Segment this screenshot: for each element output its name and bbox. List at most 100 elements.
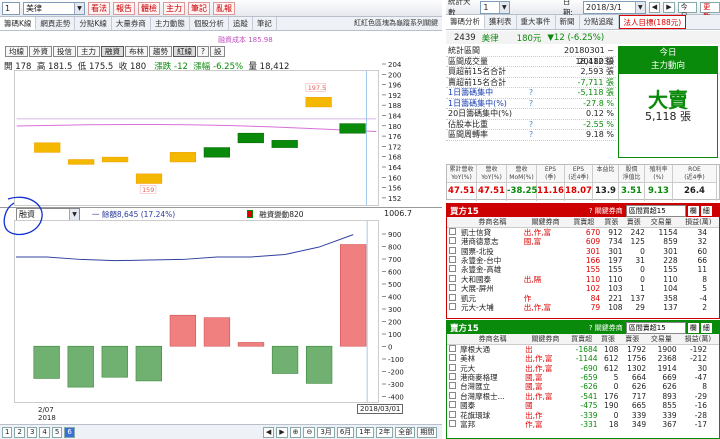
row-checkbox[interactable] [449, 363, 456, 371]
table-row[interactable]: 永豐金-高雄 155 155 0 155 11 [447, 265, 719, 274]
sell-col-button[interactable]: 欄 [687, 322, 699, 333]
func-button-misc[interactable]: 亂報 [213, 1, 235, 15]
scroll-right-icon[interactable]: ▶ [276, 426, 288, 438]
table-row[interactable]: 大和國泰 出,隔 110 110 0 110 8 [447, 274, 719, 284]
row-checkbox[interactable] [449, 246, 456, 254]
page-4[interactable]: 4 [39, 426, 50, 438]
btn-help[interactable]: ? [197, 46, 209, 57]
row-checkbox[interactable] [449, 274, 456, 282]
help-icon[interactable] [522, 78, 540, 88]
col-header[interactable]: 賣張 [618, 334, 647, 345]
help-icon[interactable]: ? [522, 130, 540, 140]
tab-main-force[interactable]: 主力動態 [151, 17, 190, 30]
period-1y[interactable]: 1年 [356, 426, 374, 438]
col-header[interactable]: 買賣超 [565, 334, 598, 345]
table-row[interactable]: 國泰 國 -475 190 665 855 -16 [447, 401, 719, 410]
func-button-report[interactable]: 報告 [113, 1, 135, 15]
zoom-in-icon[interactable]: ⊕ [289, 426, 302, 438]
tab-notes[interactable]: 筆記 [253, 17, 277, 30]
row-checkbox[interactable] [449, 345, 456, 352]
page-6[interactable]: 6 [64, 426, 75, 438]
col-header[interactable]: 券商名稱 [460, 334, 526, 345]
btn-margin[interactable]: 融資 [101, 46, 124, 57]
row-checkbox[interactable] [449, 391, 456, 399]
stock-combo[interactable]: 美律 ▼ [23, 1, 85, 15]
table-row[interactable]: 花旗環球 出,作 -339 0 339 339 -28 [447, 410, 719, 420]
tab-events[interactable]: 重大事件 [517, 15, 556, 29]
prev-day-icon[interactable]: ◀ [648, 1, 661, 13]
sell-range-select[interactable]: 區間賣超15 [625, 321, 686, 334]
col-header[interactable]: 交易量 [646, 334, 677, 345]
tab-branch-kline[interactable]: 分點K線 [75, 17, 112, 30]
help-icon[interactable] [522, 67, 540, 77]
table-row[interactable]: 大展-屏州 102 103 1 104 5 [447, 284, 719, 293]
row-checkbox[interactable] [449, 372, 456, 380]
period-6m[interactable]: 6月 [336, 426, 355, 438]
func-button-view[interactable]: 看法 [88, 1, 110, 15]
btn-ma[interactable]: 均線 [5, 46, 28, 57]
func-button-check[interactable]: 體檢 [138, 1, 160, 15]
col-header[interactable]: 關鍵券商 [523, 217, 568, 228]
table-row[interactable]: 元大-大埔 出,作,富 79 108 29 137 2 [447, 302, 719, 312]
btn-settings[interactable]: 設 [209, 46, 226, 57]
help-icon[interactable]: ? [522, 88, 540, 98]
table-row[interactable]: 港商德意志 國,富 609 734 125 859 32 [447, 237, 719, 246]
table-row[interactable]: 摩根大通 出 -1684 108 1792 1900 -192 [447, 345, 719, 355]
row-checkbox[interactable] [449, 284, 456, 292]
page-2[interactable]: 2 [14, 426, 25, 438]
tab-web-trend[interactable]: 網頁走勢 [36, 17, 76, 30]
btn-foreign[interactable]: 外資 [29, 46, 52, 57]
btn-trend[interactable]: 趨勢 [149, 46, 172, 57]
today-button[interactable]: 今日 [677, 1, 698, 20]
row-checkbox[interactable] [449, 265, 456, 273]
col-header[interactable]: 損益(萬) [677, 217, 719, 228]
row-checkbox[interactable] [449, 410, 456, 418]
col-header[interactable]: 賣張 [622, 217, 645, 228]
help-icon[interactable]: ? [522, 120, 540, 130]
code-combo[interactable]: 1 [2, 1, 20, 15]
help-icon[interactable]: ? [522, 99, 540, 109]
table-row[interactable]: 凱士信貸 出,作,富 670 912 242 1154 34 [447, 228, 719, 238]
zoom-out-icon[interactable]: ⊖ [303, 426, 316, 438]
period-3m[interactable]: 3月 [317, 426, 335, 438]
row-checkbox[interactable] [449, 293, 456, 301]
help-icon[interactable] [522, 57, 540, 67]
tab-stock-analysis[interactable]: 個股分析 [190, 17, 229, 30]
help-icon[interactable] [522, 46, 540, 56]
row-checkbox[interactable] [449, 302, 456, 310]
tab-chip-kline[interactable]: 籌碼K線 [0, 17, 37, 30]
func-button-note[interactable]: 筆記 [188, 1, 210, 15]
col-header[interactable]: 買賣超 [567, 217, 601, 228]
period-range[interactable]: 期間 [417, 426, 438, 438]
table-row[interactable]: 港商麥格理 國,富 -659 5 664 669 -47 [447, 372, 719, 382]
date-field[interactable]: 2018/3/1 ▼ [583, 0, 646, 14]
table-row[interactable]: 凱元 作 84 221 137 358 -4 [447, 293, 719, 303]
col-header[interactable]: 買張 [597, 334, 619, 345]
page-5[interactable]: 5 [51, 426, 63, 438]
col-header[interactable]: 交易量 [644, 217, 678, 228]
buy-detail-button[interactable]: 細 [700, 205, 712, 216]
table-row[interactable]: 富邦 作,富 -331 18 349 367 -17 [447, 419, 719, 429]
col-header[interactable]: 券商名稱 [461, 217, 524, 228]
row-checkbox[interactable] [449, 228, 456, 235]
buy-range-select[interactable]: 區間買超15 [625, 204, 686, 217]
period-2y[interactable]: 2年 [375, 426, 394, 438]
buy-col-button[interactable]: 欄 [687, 205, 699, 216]
next-day-icon[interactable]: ▶ [663, 1, 675, 13]
table-row[interactable]: 國票-北投 301 301 0 301 60 [447, 246, 719, 256]
col-header[interactable]: 損益(萬) [676, 334, 719, 345]
table-row[interactable]: 永豐金-台中 166 197 31 228 66 [447, 255, 719, 265]
row-checkbox[interactable] [449, 419, 456, 427]
tab-chip-analysis[interactable]: 籌碼分析 [446, 15, 485, 29]
scroll-left-icon[interactable]: ◀ [262, 426, 275, 438]
table-row[interactable]: 台灣摩根士... 出,作,富 -541 176 717 893 -29 [447, 391, 719, 401]
btn-redline[interactable]: 紅線 [173, 46, 196, 57]
help-icon[interactable] [522, 109, 540, 119]
row-checkbox[interactable] [449, 237, 456, 245]
row-checkbox[interactable] [449, 255, 456, 263]
page-1[interactable]: 1 [2, 426, 13, 438]
tab-track[interactable]: 追蹤 [229, 17, 253, 30]
col-header[interactable]: 關鍵券商 [525, 334, 566, 345]
sell-detail-button[interactable]: 細 [700, 322, 712, 333]
table-row[interactable]: 美林 出,作,富 -1144 612 1756 2368 -212 [447, 354, 719, 363]
